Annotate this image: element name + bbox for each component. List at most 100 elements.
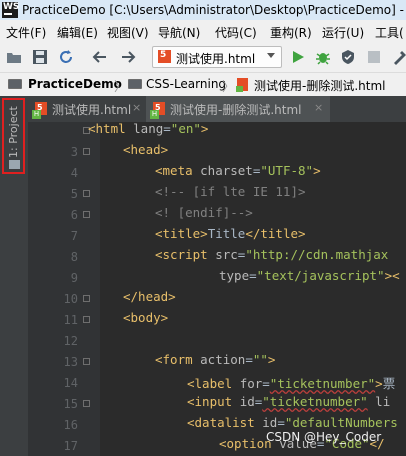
code-val: "" (252, 352, 268, 367)
line-number: 15 (63, 397, 78, 411)
code-attr: lang (133, 121, 164, 136)
menu-navigate[interactable]: 导航(N) (158, 24, 200, 41)
code-line: <head> (123, 142, 168, 157)
line-number: 6 (70, 208, 78, 222)
coverage-icon[interactable] (340, 49, 356, 65)
folder-icon (9, 160, 20, 169)
code-val-link: "http://cdn.mathjax (245, 247, 389, 262)
fold-marker-icon[interactable] (83, 358, 90, 365)
debug-icon[interactable] (315, 49, 331, 65)
folder-icon (8, 79, 22, 89)
code-eq: = (262, 376, 270, 391)
code-tag: > (313, 163, 321, 178)
tab-label: 测试使用-删除测试.html (170, 103, 302, 117)
code-attr: charset (200, 163, 253, 178)
line-number: 11 (63, 313, 78, 327)
code-line: <meta charset="UTF-8"> (155, 163, 321, 178)
line-number: 5 (70, 187, 78, 201)
code-attr: id (262, 415, 278, 430)
build-icon[interactable] (392, 49, 406, 65)
line-number: 9 (70, 271, 78, 285)
forward-arrow-icon[interactable] (120, 49, 136, 65)
refresh-icon[interactable] (58, 49, 74, 65)
code-comment: <!-- [if lte IE 11]> (155, 184, 306, 199)
code-line: </head> (123, 289, 176, 304)
menu-tools[interactable]: 工具( (375, 24, 404, 41)
menu-edit[interactable]: 编辑(E) (57, 24, 98, 41)
code-tag: > (375, 376, 383, 391)
line-number: 7 (70, 229, 78, 243)
line-number: 17 (63, 439, 78, 453)
menu-view[interactable]: 视图(V) (107, 24, 149, 41)
code-line: <title>Title</title> (155, 226, 306, 241)
stop-icon[interactable] (366, 49, 382, 65)
project-tool-window-button[interactable]: 1: Project (2, 98, 25, 174)
save-icon[interactable] (32, 49, 48, 65)
chevron-down-icon (267, 53, 275, 58)
code-tag: <meta (155, 163, 201, 178)
code-tag: <title> (155, 226, 208, 241)
fold-marker-icon[interactable] (83, 190, 90, 197)
h-badge-icon: H (150, 110, 159, 119)
line-number: 10 (63, 292, 78, 306)
code-line: <form action=""> (155, 352, 275, 367)
code-attr: action (200, 352, 246, 367)
open-folder-icon[interactable] (6, 49, 22, 65)
code-eq: = (245, 352, 253, 367)
back-arrow-icon[interactable] (92, 49, 108, 65)
editor-tabs: 5 H 测试使用.html × 5 H 测试使用-删除测试.html × (28, 96, 406, 123)
code-val: "text/javascript" (256, 268, 385, 283)
run-configuration-select[interactable]: 5 测试使用.html (152, 46, 282, 68)
menu-refactor[interactable]: 重构(R) (270, 24, 312, 41)
line-number: 3 (70, 145, 78, 159)
tab-test-delete[interactable]: 5 H 测试使用-删除测试.html × (146, 96, 330, 122)
menu-bar: 文件(F) 编辑(E) 视图(V) 导航(N) 代码(C) 重构(R) 运行(U… (0, 20, 406, 42)
tab-test-use[interactable]: 5 H 测试使用.html × (28, 96, 146, 122)
breadcrumb-file[interactable]: 测试使用-删除测试.html (254, 77, 385, 94)
fold-marker-icon[interactable] (83, 211, 90, 218)
code-attr: type (219, 268, 250, 283)
code-val: "http://cdn.mathjax (245, 247, 388, 262)
code-tag: <label (187, 376, 240, 391)
fold-marker-icon[interactable] (83, 316, 90, 323)
menu-run[interactable]: 运行(U) (322, 24, 364, 41)
run-icon[interactable] (290, 49, 306, 65)
tab-label: 测试使用.html (52, 103, 132, 117)
code-val: "defaultNumbers (284, 415, 398, 430)
line-number: 16 (63, 418, 78, 432)
code-val: "en" (170, 121, 201, 136)
code-tag: > (267, 352, 276, 367)
line-number: 8 (70, 250, 78, 264)
code-line: <body> (123, 310, 168, 325)
code-eq: = (249, 268, 257, 283)
fold-marker-icon[interactable] (83, 295, 90, 302)
code-attr: src (215, 247, 238, 262)
html-file-icon: 5 (158, 50, 171, 63)
close-icon[interactable]: × (132, 101, 141, 114)
breadcrumb-project[interactable]: PracticeDemo (28, 77, 122, 91)
code-tag: <html (88, 121, 134, 136)
run-configuration-label: 测试使用.html (176, 52, 256, 66)
menu-file[interactable]: 文件(F) (6, 24, 46, 41)
code-tag: </title> (245, 226, 306, 241)
code-line: <label for="ticketnumber">票 (187, 373, 395, 392)
code-tag: <datalist (187, 415, 263, 430)
code-attr: li (367, 394, 391, 409)
code-tag: <head> (123, 142, 169, 157)
menu-code[interactable]: 代码(C) (215, 24, 257, 41)
title-bar: WS PracticeDemo [C:\Users\Administrator\… (0, 0, 406, 20)
close-icon[interactable]: × (314, 101, 323, 114)
window-title: PracticeDemo [C:\Users\Administrator\Des… (22, 3, 406, 17)
fold-marker-icon[interactable] (83, 148, 90, 155)
code-text: 票 (382, 376, 396, 391)
tool-window-strip: 1: Project (0, 96, 29, 456)
fold-marker-icon[interactable] (83, 400, 90, 407)
html-file-icon (236, 78, 248, 92)
code-tag: >< (384, 268, 400, 283)
breadcrumb-folder[interactable]: CSS-Learning (146, 77, 226, 91)
code-tag: > (200, 121, 209, 136)
code-tag: <body> (123, 310, 169, 325)
code-line: <input id="ticketnumber" li (187, 394, 390, 409)
code-val: "UTF-8" (260, 163, 314, 178)
code-line: <script src="http://cdn.mathjax (155, 247, 388, 262)
